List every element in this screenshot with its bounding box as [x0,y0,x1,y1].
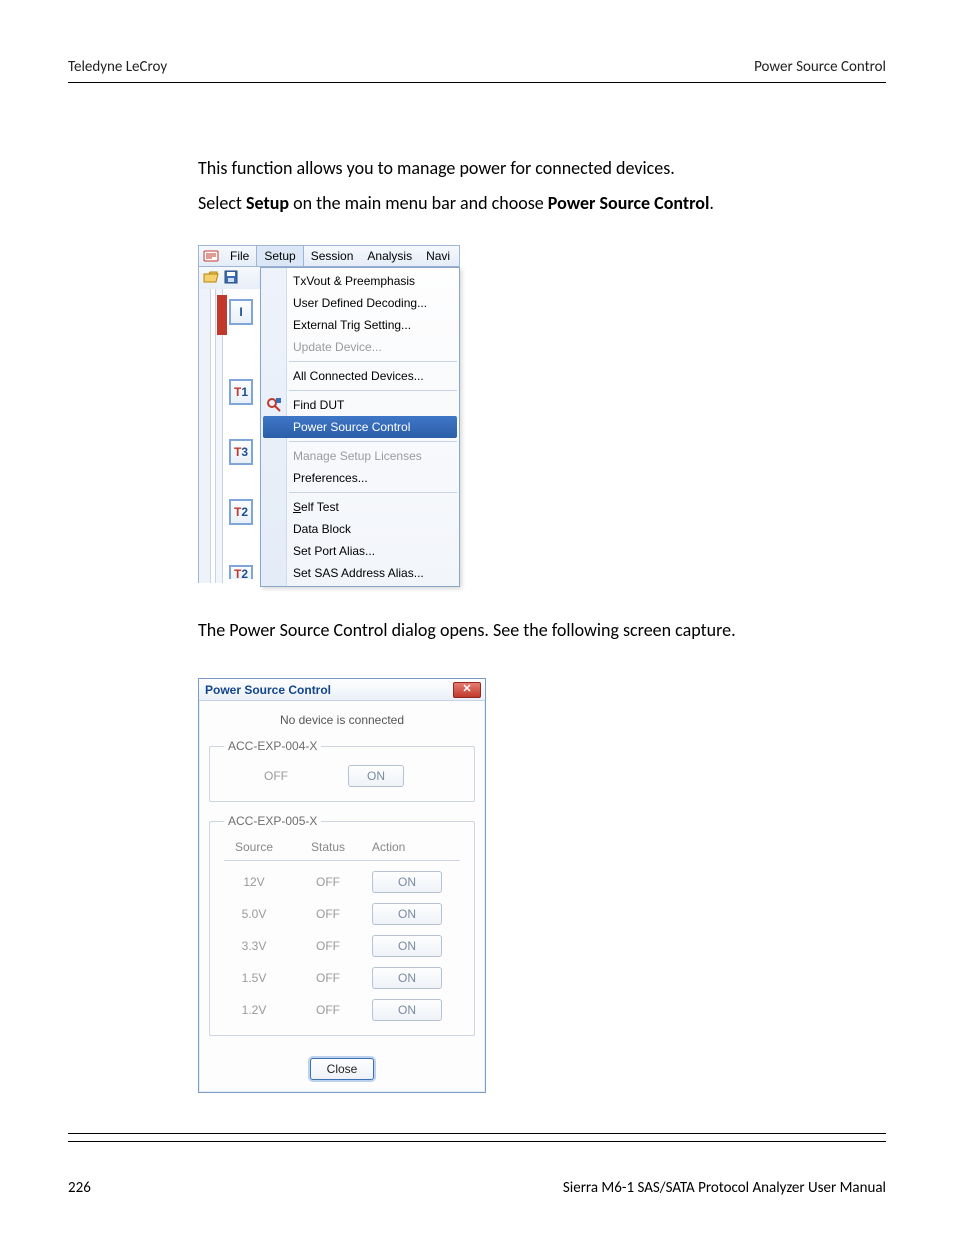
menu-setup[interactable]: Setup [256,246,303,266]
table-row: 3.3V OFF ON [224,935,460,957]
menu-item-self-test[interactable]: Self Test [261,496,459,518]
menu-item-label: Find DUT [293,398,344,412]
find-dut-icon [265,396,283,414]
menu-item-set-sas-alias[interactable]: Set SAS Address Alias... [261,562,459,584]
close-icon: ✕ [462,684,471,695]
page-footer: 226 Sierra M6-1 SAS/SATA Protocol Analyz… [68,1133,886,1197]
cell-source: 5.0V [224,907,284,921]
cell-source: 3.3V [224,939,284,953]
tag-label: T [234,445,241,459]
table-header: Source Status Action [224,840,460,861]
on-button[interactable]: ON [348,765,404,787]
cell-status: OFF [298,939,358,953]
paragraph-dialog-opens: The Power Source Control dialog opens. S… [198,617,886,644]
trace-tag-t1: T1 [229,379,253,405]
menu-item-set-port-alias[interactable]: Set Port Alias... [261,540,459,562]
menu-analysis[interactable]: Analysis [360,246,419,266]
status-off: OFF [264,769,288,783]
trace-tag-t3: T3 [229,439,253,465]
table-row: 12V OFF ON [224,871,460,893]
cell-status: OFF [298,907,358,921]
col-source: Source [224,840,284,854]
col-status: Status [298,840,358,854]
paragraph-intro: This function allows you to manage power… [198,155,886,182]
screenshot-setup-menu: File Setup Session Analysis Navi I T1 [198,245,460,583]
text-bold-setup: Setup [246,192,289,214]
tag-label: 2 [241,567,248,581]
on-button[interactable]: ON [372,999,442,1021]
text-fragment: on the main menu bar and choose [289,192,548,214]
menu-item-find-dut[interactable]: Find DUT [261,394,459,416]
menu-item-licenses: Manage Setup Licenses [261,445,459,467]
text-fragment: Select [198,192,246,214]
menu-file[interactable]: File [223,246,256,266]
menu-separator [289,441,457,442]
text-bold-psc: Power Source Control [548,192,710,214]
cell-status: OFF [298,875,358,889]
tag-label: T [234,567,241,581]
tag-label: 3 [241,445,248,459]
menu-item-txvout[interactable]: TxVout & Preemphasis [261,270,459,292]
cell-status: OFF [298,1003,358,1017]
menu-item-data-block[interactable]: Data Block [261,518,459,540]
screenshot-psc-dialog: Power Source Control ✕ No device is conn… [198,678,486,1093]
tag-label: T [234,385,241,399]
table-row: 1.5V OFF ON [224,967,460,989]
tag-label: 2 [241,505,248,519]
tag-label: T [234,505,241,519]
open-icon[interactable] [203,269,219,288]
menu-separator [289,361,457,362]
trace-gutter: I T1 T3 T2 T2 [198,289,260,583]
on-button[interactable]: ON [372,903,442,925]
group-legend: ACC-EXP-005-X [224,814,321,828]
menu-item-preferences[interactable]: Preferences... [261,467,459,489]
dialog-status-text: No device is connected [209,713,475,727]
menu-separator [289,492,457,493]
header-right: Power Source Control [754,58,886,76]
menu-navigate-truncated[interactable]: Navi [419,246,450,266]
trace-tag-t2: T2 [229,499,253,525]
dialog-close-button[interactable]: ✕ [453,682,481,698]
trace-tag-t2-cut: T2 [229,565,253,579]
menu-item-all-connected[interactable]: All Connected Devices... [261,365,459,387]
dialog-titlebar: Power Source Control ✕ [199,679,485,701]
col-action: Action [372,840,442,854]
on-button[interactable]: ON [372,935,442,957]
cell-source: 1.2V [224,1003,284,1017]
tag-label: I [239,305,242,319]
on-button[interactable]: ON [372,967,442,989]
on-button[interactable]: ON [372,871,442,893]
cell-source: 1.5V [224,971,284,985]
menu-item-user-defined-decoding[interactable]: User Defined Decoding... [261,292,459,314]
dialog-title: Power Source Control [205,683,331,697]
save-icon[interactable] [223,269,239,288]
running-header: Teledyne LeCroy Power Source Control [68,58,886,83]
group-legend: ACC-EXP-004-X [224,739,321,753]
setup-dropdown: TxVout & Preemphasis User Defined Decodi… [260,267,460,587]
cell-source: 12V [224,875,284,889]
cell-status: OFF [298,971,358,985]
menu-item-external-trig[interactable]: External Trig Setting... [261,314,459,336]
page-number: 226 [68,1179,91,1197]
app-icon [203,248,219,264]
menu-separator [289,390,457,391]
menu-item-power-source-control[interactable]: Power Source Control [263,416,457,438]
table-row: 1.2V OFF ON [224,999,460,1021]
manual-title: Sierra M6-1 SAS/SATA Protocol Analyzer U… [563,1179,886,1197]
close-button[interactable]: Close [310,1058,374,1080]
tag-label: 1 [241,385,248,399]
paragraph-instruction: Select Setup on the main menu bar and ch… [198,190,886,217]
table-row: 5.0V OFF ON [224,903,460,925]
menu-item-update-device: Update Device... [261,336,459,358]
menu-bar: File Setup Session Analysis Navi [198,245,460,267]
trace-tag-i: I [229,299,253,325]
header-left: Teledyne LeCroy [68,58,167,76]
text-fragment: . [709,192,714,214]
group-acc-exp-004: ACC-EXP-004-X OFF ON [209,739,475,802]
menu-session[interactable]: Session [304,246,361,266]
group-acc-exp-005: ACC-EXP-005-X Source Status Action 12V O… [209,814,475,1036]
